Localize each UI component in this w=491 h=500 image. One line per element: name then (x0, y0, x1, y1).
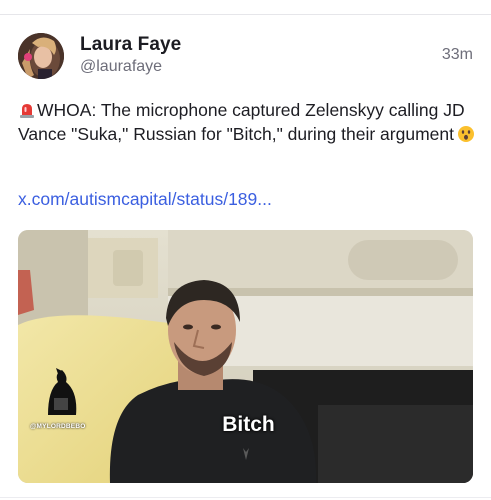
bottom-divider (0, 497, 491, 498)
author-name[interactable]: Laura Faye (80, 34, 181, 56)
post-link[interactable]: x.com/autismcapital/status/189... (18, 189, 272, 210)
author-handle[interactable]: @laurafaye (80, 58, 162, 76)
video-watermark: @MYLORDBEBO (30, 423, 86, 430)
police-siren-icon (20, 104, 34, 118)
video-caption: Bitch (222, 413, 275, 436)
post-media-image[interactable]: Bitch @MYLORDBEBO (18, 230, 473, 483)
post-timestamp[interactable]: 33m (442, 46, 473, 64)
top-divider (0, 14, 491, 15)
post-text: WHOA: The microphone captured Zelenskyy … (18, 98, 476, 146)
avatar-image (18, 33, 64, 79)
post-body-text: WHOA: The microphone captured Zelenskyy … (18, 100, 465, 144)
avatar[interactable] (18, 33, 64, 79)
astonished-face-icon (458, 126, 474, 142)
video-frame (18, 230, 473, 483)
